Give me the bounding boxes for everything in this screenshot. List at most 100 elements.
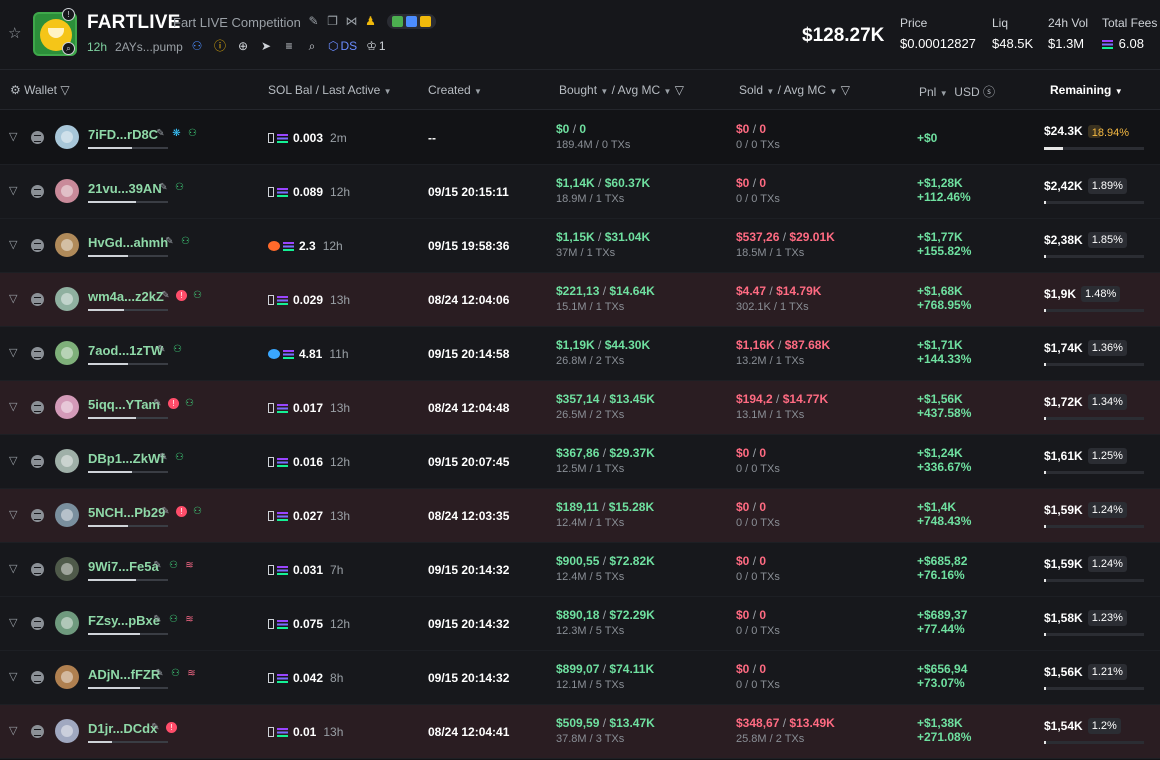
wallet-address[interactable]: 7iFD...rD8C: [88, 127, 158, 142]
pnl-column-header[interactable]: Pnl ▼ USD ⓢ: [919, 83, 995, 100]
user-plus-icon[interactable]: ⚇: [174, 452, 185, 463]
website-icon[interactable]: ⊕: [236, 39, 250, 53]
menu-circle-icon[interactable]: ≡: [282, 39, 296, 53]
table-row[interactable]: ▽ HvGd...ahmh ✎ ⚇ 2.3 12h 09/15 19:58:36 …: [0, 219, 1160, 273]
share-icon[interactable]: ⋈: [345, 15, 358, 28]
search-icon[interactable]: ⌕: [305, 39, 319, 53]
layers-icon[interactable]: ≋: [184, 560, 195, 571]
platform-badges[interactable]: [387, 14, 436, 29]
filter-icon[interactable]: ▽: [9, 563, 21, 575]
paw-icon[interactable]: ❋: [171, 128, 182, 139]
edit-icon[interactable]: ✎: [150, 722, 161, 733]
wallet-address[interactable]: 21vu...39AN: [88, 181, 162, 196]
filter-icon[interactable]: ▽: [9, 239, 21, 251]
menu-icon[interactable]: [31, 293, 44, 306]
edit-icon[interactable]: ✎: [164, 236, 175, 247]
table-row[interactable]: ▽ ADjN...fFZR ✎ ⚇ ≋ 0.042 8h 09/15 20:14:3…: [0, 651, 1160, 705]
info-badge-icon[interactable]: !: [62, 8, 75, 21]
wallet-address[interactable]: HvGd...ahmh: [88, 235, 168, 250]
table-row[interactable]: ▽ 21vu...39AN ✎ ⚇ 0.089 12h 09/15 20:15:1…: [0, 165, 1160, 219]
wallet-address[interactable]: ADjN...fFZR: [88, 667, 160, 682]
table-row[interactable]: ▽ wm4a...z2kZ ✎! ⚇ 0.029 13h 08/24 12:04:…: [0, 273, 1160, 327]
copy-icon[interactable]: ❐: [326, 15, 339, 28]
alert-icon[interactable]: !: [168, 398, 179, 409]
edit-icon[interactable]: ✎: [158, 182, 169, 193]
wallet-address[interactable]: 5iqq...YTam: [88, 397, 160, 412]
wallet-address[interactable]: 5NCH...Pb29: [88, 505, 165, 520]
table-row[interactable]: ▽ FZsy...pBxe ✎ ⚇ ≋ 0.075 12h 09/15 20:14:…: [0, 597, 1160, 651]
wallet-address[interactable]: wm4a...z2kZ: [88, 289, 164, 304]
edit-icon[interactable]: ✎: [154, 668, 165, 679]
menu-icon[interactable]: [31, 563, 44, 576]
avatar[interactable]: [55, 503, 79, 527]
edit-icon[interactable]: ✎: [156, 344, 167, 355]
avatar[interactable]: [55, 287, 79, 311]
layers-icon[interactable]: ≋: [184, 614, 195, 625]
table-row[interactable]: ▽ D1jr...DCdx ✎! 0.01 13h 08/24 12:04:41…: [0, 705, 1160, 759]
user-plus-icon[interactable]: ⚇: [184, 398, 195, 409]
avatar[interactable]: [55, 557, 79, 581]
avatar[interactable]: [55, 395, 79, 419]
favorite-star-icon[interactable]: ☆: [8, 26, 24, 42]
filter-icon[interactable]: ▽: [9, 509, 21, 521]
edit-icon[interactable]: ✎: [152, 560, 163, 571]
filter-icon[interactable]: ▽: [9, 617, 21, 629]
table-row[interactable]: ▽ 7aod...1zTW ✎ ⚇ 4.81 11h 09/15 20:14:58…: [0, 327, 1160, 381]
avatar[interactable]: [55, 341, 79, 365]
menu-icon[interactable]: [31, 509, 44, 522]
avatar[interactable]: [55, 611, 79, 635]
created-column-header[interactable]: Created ▼: [428, 83, 482, 97]
filter-icon[interactable]: ▽: [841, 83, 850, 97]
avatar[interactable]: [55, 449, 79, 473]
telegram-icon[interactable]: ➤: [259, 39, 273, 53]
filter-icon[interactable]: ▽: [9, 185, 21, 197]
filter-icon[interactable]: ▽: [9, 401, 21, 413]
menu-icon[interactable]: [31, 455, 44, 468]
wallet-address[interactable]: FZsy...pBxe: [88, 613, 160, 628]
edit-icon[interactable]: ✎: [307, 15, 320, 28]
alert-icon[interactable]: !: [176, 290, 187, 301]
token-address[interactable]: 2AYs...pump: [115, 40, 183, 54]
filter-icon[interactable]: ▽: [9, 293, 21, 305]
table-row[interactable]: ▽ 7iFD...rD8C ✎ ❋ ⚇ 0.003 2m -- $0 / 0 189…: [0, 111, 1160, 165]
menu-icon[interactable]: [31, 239, 44, 252]
edit-icon[interactable]: ✎: [160, 506, 171, 517]
edit-icon[interactable]: ✎: [160, 290, 171, 301]
wallet-column-header[interactable]: ⚙ Wallet ▽: [10, 83, 70, 97]
search-badge-icon[interactable]: ⌕: [62, 42, 75, 55]
user-plus-icon[interactable]: ⚇: [174, 182, 185, 193]
dexscreener-link[interactable]: ⬡ DS: [328, 39, 357, 53]
layers-icon[interactable]: ≋: [186, 668, 197, 679]
table-row[interactable]: ▽ 5iqq...YTam ✎! ⚇ 0.017 13h 08/24 12:04:…: [0, 381, 1160, 435]
edit-icon[interactable]: ✎: [158, 452, 169, 463]
alert-icon[interactable]: !: [166, 722, 177, 733]
avatar[interactable]: [55, 719, 79, 743]
table-row[interactable]: ▽ DBp1...ZkWf ✎ ⚇ 0.016 12h 09/15 20:07:4…: [0, 435, 1160, 489]
avatar[interactable]: [55, 665, 79, 689]
bought-column-header[interactable]: Bought ▼ / Avg MC ▼ ▽: [559, 83, 684, 97]
settings-icon[interactable]: ⚙: [10, 83, 21, 97]
user-plus-icon[interactable]: ⚇: [168, 614, 179, 625]
holders-icon[interactable]: ♟: [364, 15, 377, 28]
menu-icon[interactable]: [31, 725, 44, 738]
remaining-column-header[interactable]: Remaining ▼: [1050, 83, 1123, 97]
menu-icon[interactable]: [31, 185, 44, 198]
crown-count[interactable]: ♔ 1: [366, 39, 385, 53]
user-plus-icon[interactable]: ⚇: [168, 560, 179, 571]
wallet-address[interactable]: D1jr...DCdx: [88, 721, 157, 736]
edit-icon[interactable]: ✎: [152, 398, 163, 409]
user-plus-icon[interactable]: ⚇: [187, 128, 198, 139]
menu-icon[interactable]: [31, 401, 44, 414]
menu-icon[interactable]: [31, 617, 44, 630]
filter-icon[interactable]: ▽: [9, 347, 21, 359]
user-plus-icon[interactable]: ⚇: [192, 506, 203, 517]
filter-icon[interactable]: ▽: [9, 671, 21, 683]
filter-icon[interactable]: ▽: [9, 725, 21, 737]
filter-icon[interactable]: ▽: [9, 131, 21, 143]
usd-toggle[interactable]: USD: [954, 85, 979, 99]
filter-icon[interactable]: ▽: [9, 455, 21, 467]
wallet-address[interactable]: 9Wi7...Fe5a: [88, 559, 159, 574]
filter-icon[interactable]: ▽: [60, 83, 69, 97]
user-plus-icon[interactable]: ⚇: [170, 668, 181, 679]
menu-icon[interactable]: [31, 671, 44, 684]
